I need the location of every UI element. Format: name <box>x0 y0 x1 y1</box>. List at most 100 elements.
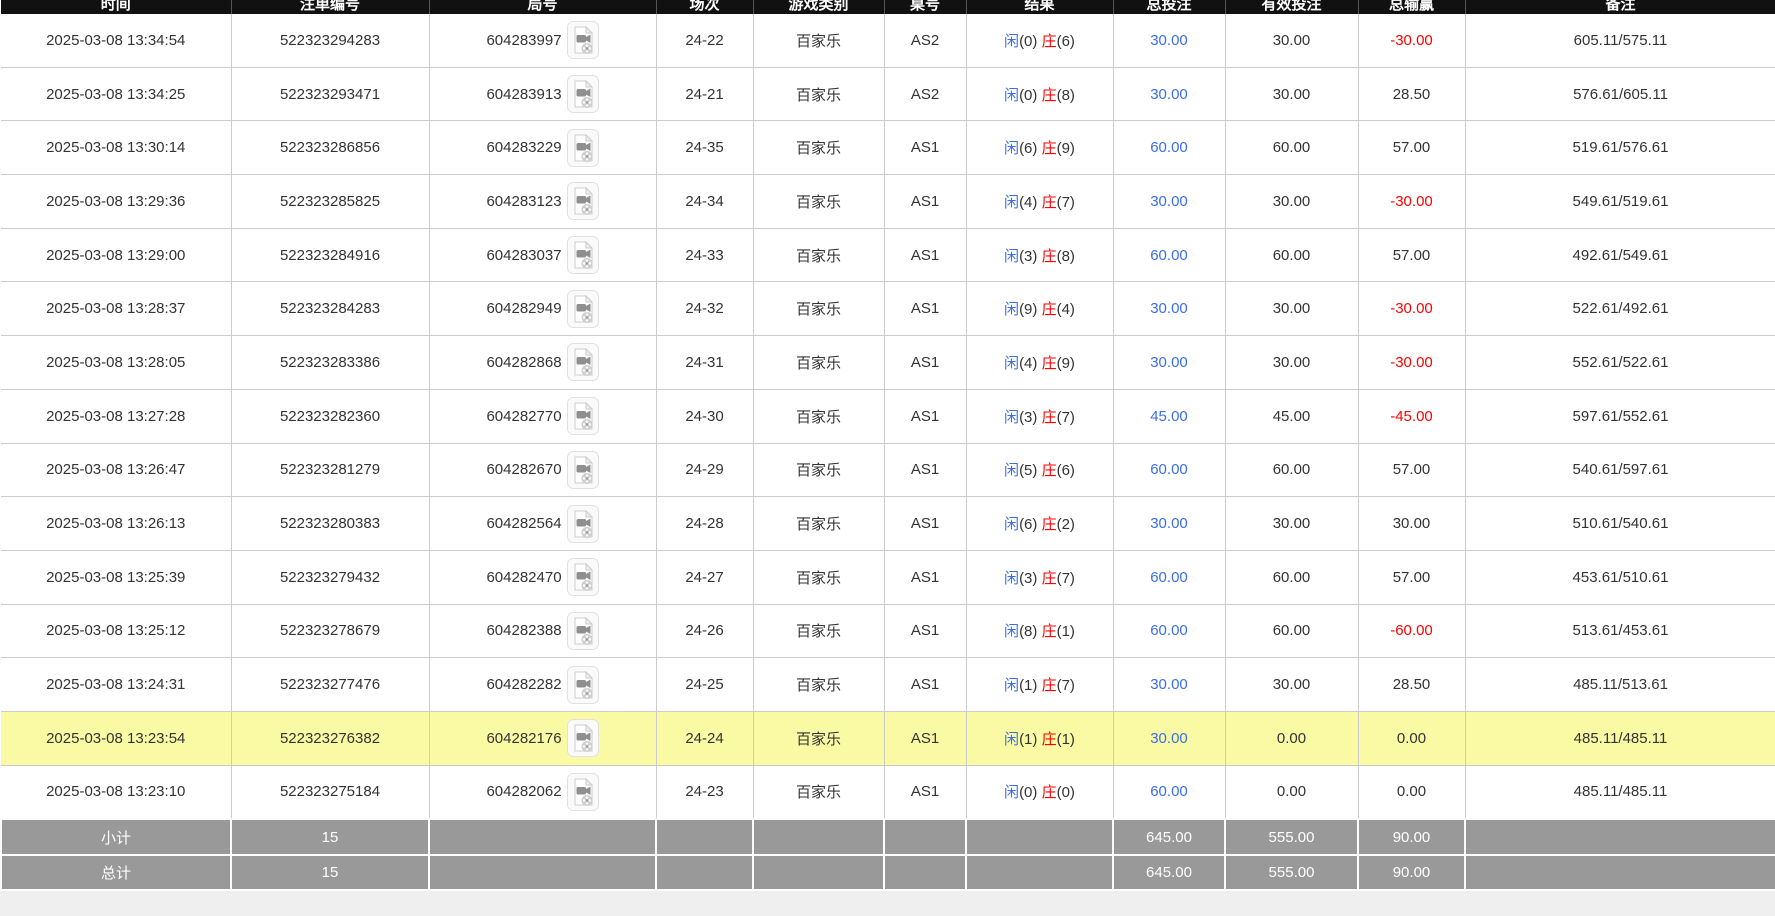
video-icon[interactable] <box>567 773 599 811</box>
game-type: 百家乐 <box>796 516 841 533</box>
header-game: 游戏类别 <box>753 0 884 14</box>
video-icon[interactable] <box>567 612 599 650</box>
cell-round: 604282770 <box>429 389 656 443</box>
session-number: 24-27 <box>685 569 723 586</box>
cell-game: 百家乐 <box>753 14 884 67</box>
cell-time: 2025-03-08 13:25:12 <box>1 604 231 658</box>
round-number: 604282564 <box>486 515 561 532</box>
game-type: 百家乐 <box>796 462 841 479</box>
total-row: 总计15645.00555.0090.00 <box>1 855 1775 891</box>
win-loss: 0.00 <box>1397 783 1426 800</box>
total-bet-link[interactable]: 30.00 <box>1150 730 1188 747</box>
session-number: 24-25 <box>685 676 723 693</box>
cell-total_bet: 30.00 <box>1113 336 1225 390</box>
video-icon[interactable] <box>567 451 599 489</box>
banker-count: (7) <box>1057 194 1075 211</box>
banker-label: 庄 <box>1042 87 1057 104</box>
subtotal-cell-valid_bet: 555.00 <box>1225 819 1358 855</box>
total-bet-link[interactable]: 60.00 <box>1150 247 1188 264</box>
total-bet-link[interactable]: 30.00 <box>1150 354 1188 371</box>
cell-win_loss: 57.00 <box>1358 228 1465 282</box>
bet-history-table: 时间注单编号局号场次游戏类别桌号结果总投注有效投注总输赢备注 2025-03-0… <box>0 0 1775 891</box>
video-icon[interactable] <box>567 21 599 59</box>
total-bet-link[interactable]: 30.00 <box>1150 86 1188 103</box>
header-label-game: 游戏类别 <box>754 0 884 12</box>
total-bet-link[interactable]: 60.00 <box>1150 461 1188 478</box>
video-icon[interactable] <box>567 182 599 220</box>
cell-remark: 605.11/575.11 <box>1465 14 1775 67</box>
total-bet-link[interactable]: 30.00 <box>1150 300 1188 317</box>
total-bet-link[interactable]: 60.00 <box>1150 569 1188 586</box>
valid-bet: 60.00 <box>1273 569 1311 586</box>
banker-count: (6) <box>1057 462 1075 479</box>
video-icon[interactable] <box>567 236 599 274</box>
table-number: AS1 <box>911 676 939 693</box>
cell-time: 2025-03-08 13:25:39 <box>1 550 231 604</box>
total-bet-link[interactable]: 60.00 <box>1150 622 1188 639</box>
cell-win_loss: -30.00 <box>1358 336 1465 390</box>
table-row: 2025-03-08 13:28:05522323283386604282868… <box>1 336 1775 390</box>
table-row: 2025-03-08 13:26:13522323280383604282564… <box>1 497 1775 551</box>
cell-round: 604283997 <box>429 14 656 67</box>
remark: 485.11/485.11 <box>1574 730 1668 747</box>
cell-session: 24-30 <box>656 389 753 443</box>
win-loss: -45.00 <box>1390 408 1433 425</box>
cell-game: 百家乐 <box>753 389 884 443</box>
video-icon[interactable] <box>567 666 599 704</box>
video-icon[interactable] <box>567 343 599 381</box>
round-cell: 604283037 <box>430 229 656 282</box>
cell-result: 闲(3) 庄(7) <box>966 550 1113 604</box>
cell-valid_bet: 0.00 <box>1225 765 1358 819</box>
cell-bet_id: 522323280383 <box>231 497 429 551</box>
total-label: 总计 <box>101 865 131 882</box>
banker-label: 庄 <box>1042 462 1057 479</box>
subtotal-row: 小计15645.00555.0090.00 <box>1 819 1775 855</box>
round-number: 604283229 <box>486 139 561 156</box>
cell-round: 604282282 <box>429 658 656 712</box>
total-bet-link[interactable]: 60.00 <box>1150 783 1188 800</box>
video-icon[interactable] <box>567 558 599 596</box>
cell-session: 24-26 <box>656 604 753 658</box>
round-cell: 604283229 <box>430 121 656 174</box>
remark: 453.61/510.61 <box>1573 569 1669 586</box>
banker-label: 庄 <box>1042 731 1057 748</box>
cell-remark: 552.61/522.61 <box>1465 336 1775 390</box>
cell-win_loss: 0.00 <box>1358 711 1465 765</box>
session-number: 24-32 <box>685 300 723 317</box>
total-cell-bet_id: 15 <box>231 855 429 891</box>
cell-result: 闲(8) 庄(1) <box>966 604 1113 658</box>
subtotal-cell-win_loss: 90.00 <box>1358 819 1465 855</box>
cell-game: 百家乐 <box>753 121 884 175</box>
banker-label: 庄 <box>1042 248 1057 265</box>
cell-table_no: AS1 <box>884 121 966 175</box>
player-label: 闲 <box>1004 570 1019 587</box>
total-bet-link[interactable]: 30.00 <box>1150 32 1188 49</box>
cell-game: 百家乐 <box>753 765 884 819</box>
bet-time: 2025-03-08 13:34:25 <box>46 86 185 103</box>
video-icon[interactable] <box>567 129 599 167</box>
video-icon[interactable] <box>567 719 599 757</box>
total-bet-link[interactable]: 30.00 <box>1150 676 1188 693</box>
total-bet-link[interactable]: 45.00 <box>1150 408 1188 425</box>
banker-count: (6) <box>1057 33 1075 50</box>
header-row: 时间注单编号局号场次游戏类别桌号结果总投注有效投注总输赢备注 <box>1 0 1775 14</box>
player-label: 闲 <box>1004 355 1019 372</box>
win-loss: -30.00 <box>1390 193 1433 210</box>
player-count: (5) <box>1019 462 1037 479</box>
video-icon[interactable] <box>567 505 599 543</box>
total-bet-link[interactable]: 30.00 <box>1150 515 1188 532</box>
banker-label: 庄 <box>1042 784 1057 801</box>
session-number: 24-24 <box>685 730 723 747</box>
video-icon[interactable] <box>567 290 599 328</box>
cell-remark: 485.11/513.61 <box>1465 658 1775 712</box>
player-count: (9) <box>1019 301 1037 318</box>
cell-win_loss: -30.00 <box>1358 282 1465 336</box>
table-row: 2025-03-08 13:25:39522323279432604282470… <box>1 550 1775 604</box>
cell-table_no: AS1 <box>884 389 966 443</box>
session-number: 24-26 <box>685 622 723 639</box>
video-icon[interactable] <box>567 75 599 113</box>
total-bet-link[interactable]: 30.00 <box>1150 193 1188 210</box>
cell-win_loss: -30.00 <box>1358 175 1465 229</box>
total-bet-link[interactable]: 60.00 <box>1150 139 1188 156</box>
video-icon[interactable] <box>567 397 599 435</box>
